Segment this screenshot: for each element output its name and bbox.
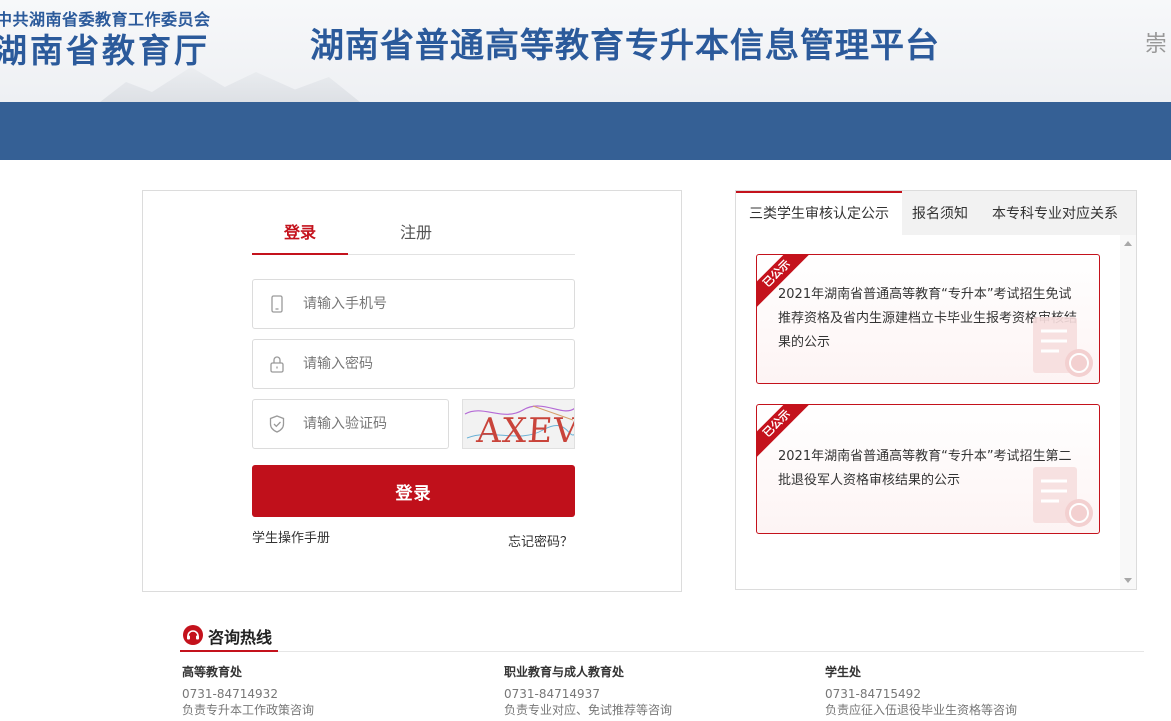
hotline-title-wrap: 咨询热线 [180,620,278,652]
department-phone: 0731-84714937 [504,687,600,701]
contact-department: 学生处 0731-84715492 负责应征入伍退役毕业生资格等咨询 [825,664,1125,718]
scroll-up-arrow-icon[interactable] [1124,241,1132,246]
platform-title: 湖南省普通高等教育专升本信息管理平台 [310,26,940,66]
phone-field[interactable] [252,279,575,329]
document-stamp-icon [1033,467,1093,527]
notice-item[interactable]: 已公示 2021年湖南省普通高等教育“专升本”考试招生免试推荐资格及省内生源建档… [756,254,1100,384]
headset-icon [183,625,203,645]
login-card: 登录 注册 AXEV 登录 学生操作手册 [142,190,682,592]
tab-login[interactable]: 登录 [252,219,348,255]
captcha-field[interactable] [252,399,449,449]
department-phone: 0731-84714932 [182,687,278,701]
tab-registration-notes[interactable]: 报名须知 [904,191,976,235]
password-input[interactable] [303,352,553,376]
mobile-phone-icon [271,295,283,313]
notice-tabs: 三类学生审核认定公示 报名须知 本专科专业对应关系 [736,191,1136,235]
login-submit-button[interactable]: 登录 [252,465,575,517]
department-name: 职业教育与成人教育处 [504,665,625,679]
department-description: 负责应征入伍退役毕业生资格等咨询 [825,703,1018,717]
lock-icon [270,356,284,373]
org-name-line2: 湖南省教育厅 [0,31,210,70]
department-description: 负责专升本工作政策咨询 [182,703,315,717]
captcha-text: AXEV [474,411,575,449]
captcha-image[interactable]: AXEV [462,399,575,449]
captcha-input[interactable] [303,412,433,436]
login-tabs: 登录 注册 [252,219,575,255]
department-phone: 0731-84715492 [825,687,921,701]
header-corner-text: 崇 [1144,32,1167,57]
notice-panel: 三类学生审核认定公示 报名须知 本专科专业对应关系 已公示 2021年湖南省普通… [735,190,1137,590]
password-field[interactable] [252,339,575,389]
contact-department: 职业教育与成人教育处 0731-84714937 负责专业对应、免试推荐等咨询 [504,664,804,718]
department-name: 高等教育处 [182,665,243,679]
captcha-graphic: AXEV [463,400,575,449]
contact-department: 高等教育处 0731-84714932 负责专升本工作政策咨询 [182,664,482,718]
department-description: 负责专业对应、免试推荐等咨询 [504,703,673,717]
student-manual-link[interactable]: 学生操作手册 [252,527,330,546]
forgot-password-link[interactable]: 忘记密码？ [508,531,573,550]
notice-scrollbar[interactable] [1120,235,1136,589]
hotline-title: 咨询热线 [208,628,273,647]
scroll-down-arrow-icon[interactable] [1124,578,1132,583]
site-header: 中共湖南省委教育工作委员会 湖南省教育厅 湖南省普通高等教育专升本信息管理平台 … [0,0,1171,102]
phone-input[interactable] [303,292,553,316]
notice-item[interactable]: 已公示 2021年湖南省普通高等教育“专升本”考试招生第二批退役军人资格审核结果… [756,404,1100,534]
nav-bar [0,102,1171,160]
tab-register[interactable]: 注册 [368,219,464,255]
tab-major-mapping[interactable]: 本专科专业对应关系 [982,191,1128,235]
hotline-header: 咨询热线 [180,620,1144,652]
shield-check-icon [269,415,285,433]
document-stamp-icon [1033,317,1093,377]
tab-three-types-review[interactable]: 三类学生审核认定公示 [736,191,902,235]
department-name: 学生处 [825,665,862,679]
